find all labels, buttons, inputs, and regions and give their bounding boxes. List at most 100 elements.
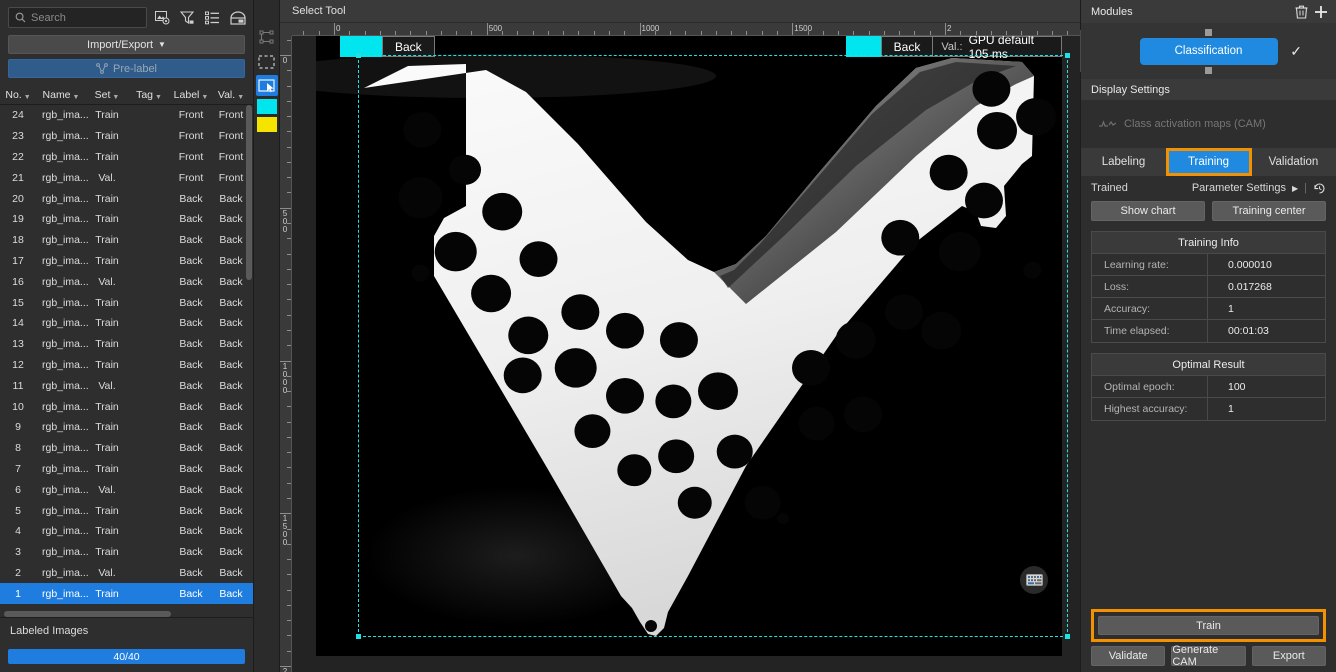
table-row[interactable]: 2 rgb_ima... Val. Back Back (0, 563, 253, 584)
table-row[interactable]: 16 rgb_ima... Val. Back Back (0, 271, 253, 292)
pre-label-button[interactable]: Pre-label (8, 59, 245, 78)
cell-set: Train (95, 442, 119, 455)
export-button[interactable]: Export (1251, 646, 1326, 666)
cell-no: 8 (15, 442, 21, 455)
module-graph[interactable]: Classification ✓ (1081, 23, 1336, 79)
module-node-classification[interactable]: Classification (1139, 28, 1278, 74)
cell-val: Back (219, 317, 243, 330)
cell-name: rgb_ima... (42, 483, 89, 496)
validate-button[interactable]: Validate (1091, 646, 1166, 666)
cell-val: Back (219, 421, 243, 434)
cell-label: Back (179, 462, 203, 475)
table-row[interactable]: 20 rgb_ima... Train Back Back (0, 188, 253, 209)
cell-name: rgb_ima... (42, 462, 89, 475)
cell-val: Back (219, 462, 243, 475)
table-row[interactable]: 12 rgb_ima... Train Back Back (0, 355, 253, 376)
training-info-key: Loss: (1092, 276, 1208, 297)
table-horizontal-scrollbar[interactable] (4, 611, 171, 617)
cell-val: Back (219, 192, 243, 205)
cell-set: Train (95, 400, 119, 413)
table-row[interactable]: 18 rgb_ima... Train Back Back (0, 230, 253, 251)
cell-label: Front (178, 130, 204, 143)
node-handle-top[interactable] (1205, 28, 1212, 36)
rectangle-select-icon[interactable] (256, 51, 278, 72)
table-header-label[interactable]: Label ▼ (170, 89, 212, 101)
filter-icon[interactable] (178, 8, 197, 27)
optimal-result-table: Optimal Result Optimal epoch: 100 Highest … (1091, 353, 1326, 421)
train-button[interactable]: Train (1098, 616, 1319, 635)
tool-title: Select Tool (280, 0, 1080, 23)
table-header-no[interactable]: No. ▼ (0, 89, 36, 101)
generate-cam-button[interactable]: Generate CAM (1171, 644, 1246, 668)
training-center-button[interactable]: Training center (1212, 201, 1326, 221)
table-row[interactable]: 9 rgb_ima... Train Back Back (0, 417, 253, 438)
optimal-result-value: 1 (1228, 403, 1234, 415)
show-chart-button[interactable]: Show chart (1091, 201, 1205, 221)
table-row[interactable]: 14 rgb_ima... Train Back Back (0, 313, 253, 334)
node-handle-bottom[interactable] (1205, 66, 1212, 74)
table-row[interactable]: 17 rgb_ima... Train Back Back (0, 251, 253, 272)
table-header-set[interactable]: Set ▼ (86, 89, 128, 101)
image-settings-icon[interactable] (153, 8, 172, 27)
table-header-val[interactable]: Val. ▼ (212, 89, 250, 101)
table-row[interactable]: 1 rgb_ima... Train Back Back (0, 583, 253, 605)
cell-val: Back (219, 546, 243, 559)
table-header-tag[interactable]: Tag ▼ (128, 89, 170, 101)
color-swatch-yellow[interactable] (256, 117, 277, 132)
polygon-tool-icon[interactable] (256, 27, 278, 48)
selection-handle-tl[interactable] (356, 53, 361, 58)
table-row[interactable]: 24 rgb_ima... Train Front Front (0, 105, 253, 126)
table-row[interactable]: 6 rgb_ima... Val. Back Back (0, 479, 253, 500)
color-swatch-cyan[interactable] (256, 99, 277, 114)
cell-val: Back (219, 566, 243, 579)
table-row[interactable]: 15 rgb_ima... Train Back Back (0, 292, 253, 313)
table-row[interactable]: 4 rgb_ima... Train Back Back (0, 521, 253, 542)
tab-validation[interactable]: Validation (1251, 148, 1336, 176)
list-view-icon[interactable] (203, 8, 222, 27)
select-tool-icon[interactable] (255, 75, 278, 96)
training-info-value: 0.000010 (1228, 258, 1272, 271)
table-row[interactable]: 11 rgb_ima... Val. Back Back (0, 375, 253, 396)
history-icon[interactable] (1313, 182, 1326, 195)
selection-handle-tr[interactable] (1065, 53, 1070, 58)
cell-name: rgb_ima... (42, 275, 89, 288)
tab-labeling[interactable]: Labeling (1081, 148, 1166, 176)
selection-handle-br[interactable] (1065, 634, 1070, 639)
keyboard-shortcut-icon[interactable] (1020, 566, 1048, 594)
import-export-button[interactable]: Import/Export ▼ (8, 35, 245, 54)
table-header-name[interactable]: Name ▼ (36, 89, 86, 101)
optimal-result-key: Highest accuracy: (1092, 398, 1208, 420)
trash-icon[interactable] (1292, 2, 1311, 21)
training-actions: Show chart Training center (1081, 200, 1336, 221)
table-row[interactable]: 21 rgb_ima... Val. Front Front (0, 167, 253, 188)
search-input[interactable]: Search (8, 7, 147, 28)
tab-training[interactable]: Training (1166, 148, 1251, 176)
table-row[interactable]: 23 rgb_ima... Train Front Front (0, 126, 253, 147)
display-settings-header: Display Settings (1081, 79, 1336, 100)
table-row[interactable]: 7 rgb_ima... Train Back Back (0, 459, 253, 480)
cell-label: Back (179, 317, 203, 330)
sample-image[interactable]: Back Back Val.: GPU default 105 ms (316, 36, 1070, 656)
table-row[interactable]: 13 rgb_ima... Train Back Back (0, 334, 253, 355)
image-viewport[interactable]: Back Back Val.: GPU default 105 ms (292, 36, 1080, 672)
cell-label: Back (179, 421, 203, 434)
selection-box[interactable] (356, 53, 1070, 639)
cell-name: rgb_ima... (42, 150, 89, 163)
cell-no: 17 (12, 254, 24, 267)
sort-caret-icon: ▼ (201, 93, 209, 101)
table-row[interactable]: 3 rgb_ima... Train Back Back (0, 542, 253, 563)
table-row[interactable]: 10 rgb_ima... Train Back Back (0, 396, 253, 417)
table-vertical-scrollbar[interactable] (246, 105, 252, 280)
parameter-settings-button[interactable]: Parameter Settings ▶ | (1192, 182, 1326, 195)
cell-label: Back (179, 546, 203, 559)
cam-row[interactable]: Class activation maps (CAM) (1081, 100, 1336, 148)
table-row[interactable]: 8 rgb_ima... Train Back Back (0, 438, 253, 459)
cell-label: Back (179, 192, 203, 205)
selection-handle-bl[interactable] (356, 634, 361, 639)
table-row[interactable]: 22 rgb_ima... Train Front Front (0, 147, 253, 168)
plus-icon[interactable] (1311, 2, 1330, 21)
table-row[interactable]: 5 rgb_ima... Train Back Back (0, 500, 253, 521)
table-row[interactable]: 19 rgb_ima... Train Back Back (0, 209, 253, 230)
thumbnail-view-icon[interactable] (228, 8, 247, 27)
cell-set: Train (95, 150, 119, 163)
